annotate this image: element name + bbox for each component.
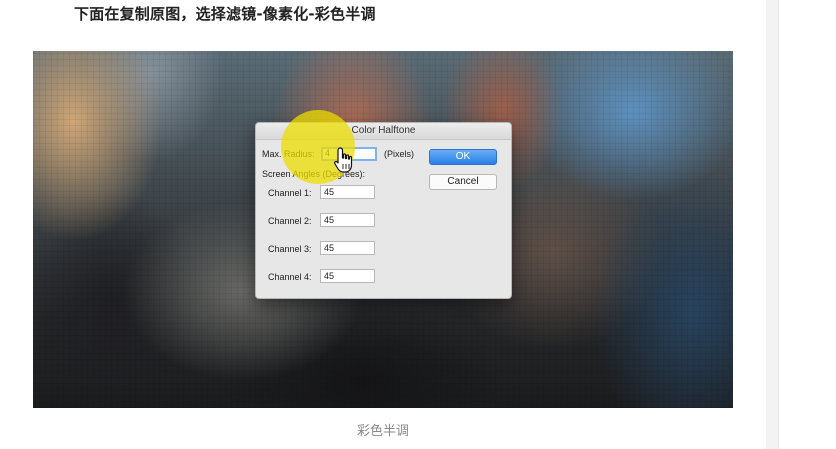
pixels-unit-label: (Pixels) [384,149,415,159]
ok-button[interactable]: OK [429,149,497,165]
channel-4-label: Channel 4: [268,272,312,282]
right-sidebar-rail [766,0,778,449]
image-caption: 彩色半调 [356,424,409,439]
intro-text: 下面在复制原图，选择滤镜-像素化-彩色半调 [74,5,376,23]
channel-4-field[interactable]: 45 [320,269,375,283]
channel-1-label: Channel 1: [268,188,312,198]
right-sidebar-divider [778,0,779,449]
channel-3-label: Channel 3: [268,244,312,254]
cancel-button[interactable]: Cancel [429,174,497,190]
channel-2-field[interactable]: 45 [320,213,375,227]
channel-2-label: Channel 2: [268,216,312,226]
channel-1-field[interactable]: 45 [320,185,375,199]
channel-3-field[interactable]: 45 [320,241,375,255]
hand-pointer-icon [334,147,353,173]
